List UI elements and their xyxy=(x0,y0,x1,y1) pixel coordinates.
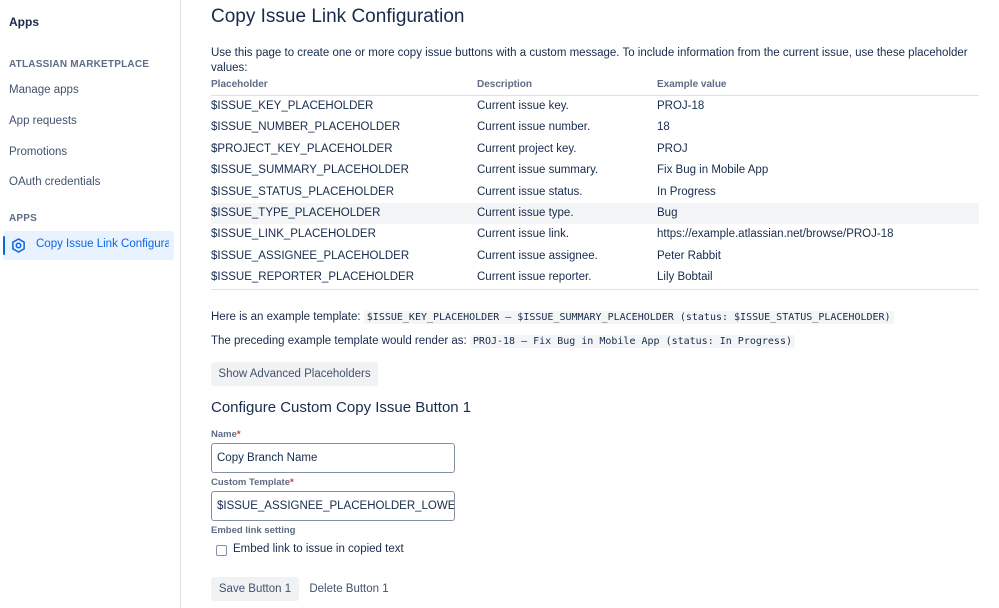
sidebar-item-oauth-credentials[interactable]: OAuth credentials xyxy=(9,176,100,188)
custom-template-input[interactable]: $ISSUE_ASSIGNEE_PLACEHOLDER_LOWERCASE xyxy=(211,491,455,521)
table-header: Placeholder Description Example value xyxy=(211,79,979,96)
example-cell: PROJ-18 xyxy=(657,100,705,112)
table-row: $ISSUE_ASSIGNEE_PLACEHOLDER Current issu… xyxy=(211,246,979,267)
placeholder-cell: $ISSUE_TYPE_PLACEHOLDER xyxy=(211,207,381,219)
sidebar-heading-apps: APPS xyxy=(9,213,38,224)
description-cell: Current issue type. xyxy=(477,207,574,219)
page-title: Copy Issue Link Configuration xyxy=(211,6,465,27)
table-row: $ISSUE_KEY_PLACEHOLDER Current issue key… xyxy=(211,96,979,117)
name-field-label: Name* xyxy=(211,429,241,440)
description-cell: Current issue link. xyxy=(477,228,570,241)
configure-section-title: Configure Custom Copy Issue Button 1 xyxy=(211,399,472,416)
sidebar-item-promotions[interactable]: Promotions xyxy=(9,146,67,158)
placeholder-cell: $ISSUE_ASSIGNEE_PLACEHOLDER xyxy=(211,249,410,262)
active-indicator xyxy=(3,236,5,255)
delete-button[interactable]: Delete Button 1 xyxy=(303,577,395,601)
rendered-example-code: PROJ-18 – Fix Bug in Mobile App (status:… xyxy=(469,335,795,348)
sidebar-item-label: Copy Issue Link Configuration xyxy=(36,238,169,250)
intro-text: Use this page to create one or more copy… xyxy=(211,47,968,74)
example-template-label: Here is an example template: xyxy=(211,311,361,323)
sidebar-item-copy-issue-link-config[interactable]: Copy Issue Link Configuration xyxy=(3,231,174,260)
example-template-line: Here is an example template: $ISSUE_KEY_… xyxy=(211,311,894,324)
rendered-example-line: The preceding example template would ren… xyxy=(211,335,795,348)
example-cell: Lily Bobtail xyxy=(657,271,713,284)
placeholder-cell: $ISSUE_LINK_PLACEHOLDER xyxy=(211,228,376,241)
template-field-label: Custom Template* xyxy=(211,477,294,488)
required-marker: * xyxy=(290,477,294,488)
sidebar-item-manage-apps[interactable]: Manage apps xyxy=(9,84,79,96)
example-cell: Bug xyxy=(657,207,678,219)
required-marker: * xyxy=(236,429,241,440)
description-cell: Current issue status. xyxy=(477,185,583,198)
example-template-code: $ISSUE_KEY_PLACEHOLDER – $ISSUE_SUMMARY_… xyxy=(363,311,894,324)
sidebar-title: Apps xyxy=(9,15,39,29)
sidebar-item-app-requests[interactable]: App requests xyxy=(9,115,77,127)
sidebar: Apps ATLASSIAN MARKETPLACE Manage apps A… xyxy=(0,0,181,608)
rendered-example-label: The preceding example template would ren… xyxy=(211,335,467,347)
description-cell: Current issue number. xyxy=(477,121,591,134)
table-row: $ISSUE_LINK_PLACEHOLDER Current issue li… xyxy=(211,224,979,245)
placeholder-cell: $ISSUE_KEY_PLACEHOLDER xyxy=(211,100,374,112)
example-cell: In Progress xyxy=(657,185,716,198)
template-label-text: Custom Template xyxy=(211,477,291,488)
description-cell: Current project key. xyxy=(477,142,577,155)
table-row: $PROJECT_KEY_PLACEHOLDER Current project… xyxy=(211,139,979,160)
example-cell: Peter Rabbit xyxy=(657,249,721,262)
placeholder-cell: $ISSUE_STATUS_PLACEHOLDER xyxy=(211,185,394,198)
table-row: $ISSUE_STATUS_PLACEHOLDER Current issue … xyxy=(211,182,979,203)
example-cell: PROJ xyxy=(657,142,688,155)
sidebar-heading-marketplace: ATLASSIAN MARKETPLACE xyxy=(9,59,150,70)
description-cell: Current issue assignee. xyxy=(477,249,598,262)
description-cell: Current issue reporter. xyxy=(477,271,592,284)
placeholder-cell: $PROJECT_KEY_PLACEHOLDER xyxy=(211,142,393,155)
name-input[interactable]: Copy Branch Name xyxy=(211,443,455,473)
gear-icon xyxy=(12,238,25,253)
table-row: $ISSUE_REPORTER_PLACEHOLDER Current issu… xyxy=(211,267,979,288)
name-label-text: Name xyxy=(211,429,237,440)
description-cell: Current issue key. xyxy=(477,100,569,112)
embed-link-checkbox-label[interactable]: Embed link to issue in copied text xyxy=(233,543,404,555)
main-content: Copy Issue Link Configuration Use this p… xyxy=(211,0,979,608)
column-header-example: Example value xyxy=(657,79,727,90)
example-cell: https://example.atlassian.net/browse/PRO… xyxy=(657,228,894,241)
example-cell: Fix Bug in Mobile App xyxy=(657,164,769,177)
save-button[interactable]: Save Button 1 xyxy=(211,577,299,601)
column-header-description: Description xyxy=(477,79,533,90)
description-cell: Current issue summary. xyxy=(477,164,599,177)
table-row: $ISSUE_SUMMARY_PLACEHOLDER Current issue… xyxy=(211,160,979,181)
embed-link-checkbox[interactable] xyxy=(216,545,227,556)
column-header-placeholder: Placeholder xyxy=(211,79,268,90)
placeholder-table: $ISSUE_KEY_PLACEHOLDER Current issue key… xyxy=(211,96,979,290)
placeholder-cell: $ISSUE_SUMMARY_PLACEHOLDER xyxy=(211,164,409,177)
example-cell: 18 xyxy=(657,121,670,134)
embed-link-heading: Embed link setting xyxy=(211,525,296,536)
table-row: $ISSUE_NUMBER_PLACEHOLDER Current issue … xyxy=(211,117,979,138)
placeholder-cell: $ISSUE_NUMBER_PLACEHOLDER xyxy=(211,121,401,134)
placeholder-cell: $ISSUE_REPORTER_PLACEHOLDER xyxy=(211,271,415,284)
show-advanced-placeholders-button[interactable]: Show Advanced Placeholders xyxy=(211,362,378,386)
table-row: $ISSUE_TYPE_PLACEHOLDER Current issue ty… xyxy=(211,203,979,225)
